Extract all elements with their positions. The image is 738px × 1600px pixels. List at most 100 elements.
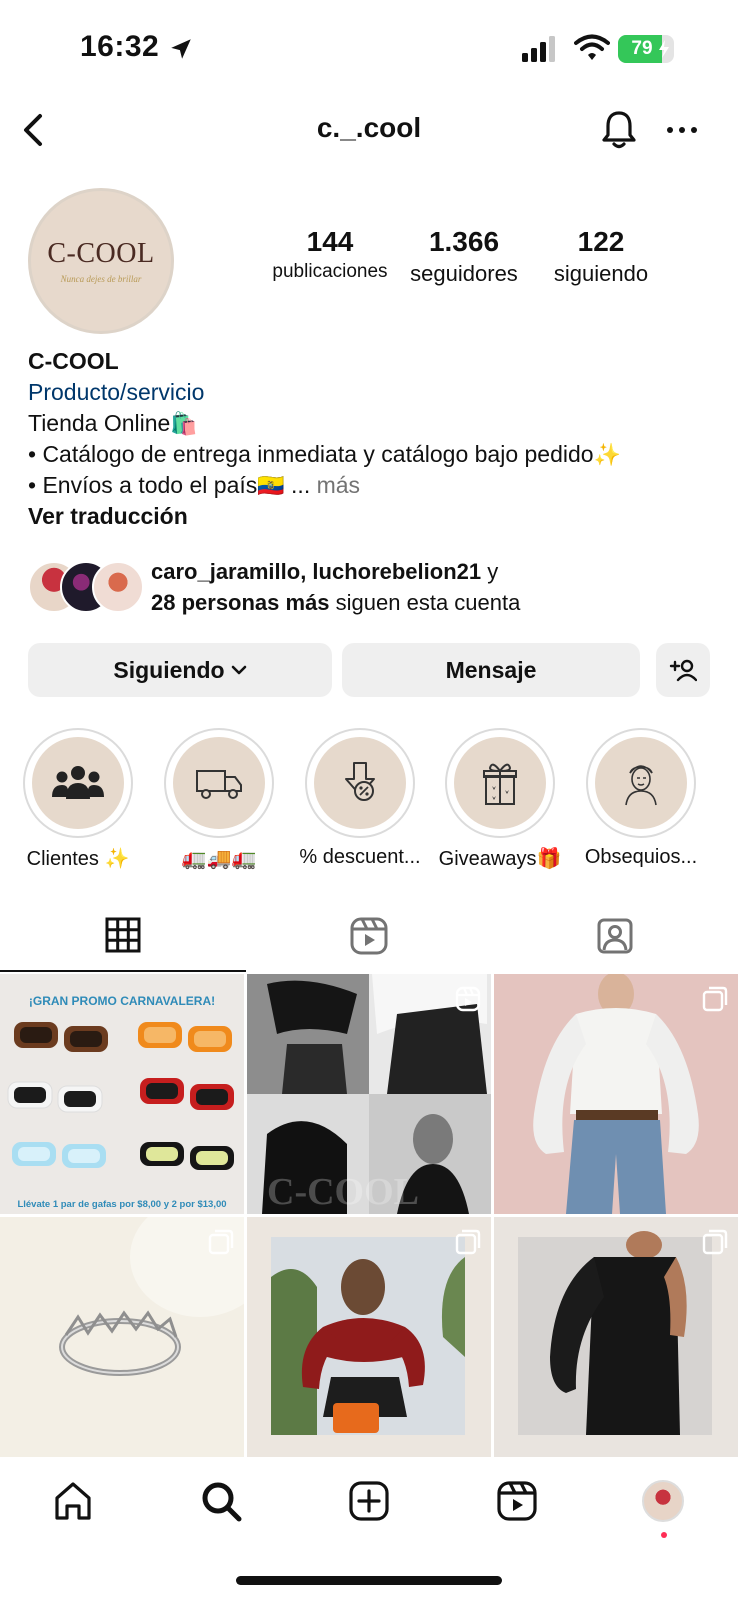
create-icon xyxy=(349,1481,389,1521)
highlight-cover xyxy=(32,737,124,829)
chevron-down-icon xyxy=(231,665,246,675)
profile-header: c._.cool xyxy=(0,100,738,162)
post-tile[interactable] xyxy=(0,1217,244,1457)
bio-name: C-COOL xyxy=(28,348,119,374)
highlight-ring xyxy=(445,728,555,838)
see-translation-link[interactable]: Ver traducción xyxy=(28,501,718,532)
highlight-item[interactable]: Obsequios... xyxy=(571,728,711,869)
stat-posts[interactable]: 144 publicaciones xyxy=(266,226,394,283)
highlight-ring xyxy=(164,728,274,838)
post-tile[interactable]: C-COOL xyxy=(247,974,491,1214)
stat-followers-count: 1.366 xyxy=(428,226,500,257)
profile-icon xyxy=(642,1480,684,1522)
nav-profile[interactable] xyxy=(640,1478,686,1524)
promo-footer: Llévate 1 par de gafas por $8,00 y 2 por… xyxy=(17,1199,227,1210)
more-icon[interactable] xyxy=(664,120,700,140)
battery-indicator: 79 xyxy=(618,35,674,63)
reel-icon xyxy=(455,986,481,1012)
avatar-logo-text: C-COOL xyxy=(47,238,155,269)
stat-following[interactable]: 122 siguiendo xyxy=(542,226,660,287)
story-highlights: Clientes ✨ 🚛🚚🚛 % descuent... Giveaways🎁 … xyxy=(0,728,738,878)
profile-tabs xyxy=(0,900,738,972)
message-button[interactable]: Mensaje xyxy=(342,643,640,697)
location-arrow-icon xyxy=(171,39,191,59)
carousel-icon xyxy=(702,1229,728,1255)
avatar-logo-tagline: Nunca dejes de brillar xyxy=(60,274,142,284)
reels-icon xyxy=(497,1481,537,1521)
home-indicator[interactable] xyxy=(236,1576,502,1585)
bio-line-1-text: Tienda Online xyxy=(28,410,171,436)
profile-stats: 144 publicaciones 1.366 seguidores 122 s… xyxy=(266,226,666,296)
profile-bio: C-COOL Producto/servicio Tienda Online🛍️… xyxy=(28,346,718,532)
stat-following-label: siguiendo xyxy=(553,261,649,286)
nav-search[interactable] xyxy=(198,1478,244,1524)
post-tile[interactable] xyxy=(494,974,738,1214)
following-button[interactable]: Siguiendo xyxy=(28,643,332,697)
ecuador-flag-emoji: 🇪🇨 xyxy=(257,473,285,498)
mutual-followers-text: caro_jaramillo, luchorebelion21 y 28 per… xyxy=(151,556,520,618)
tab-posts-grid[interactable] xyxy=(0,900,246,972)
highlight-ring xyxy=(586,728,696,838)
woman-face-icon xyxy=(625,765,657,806)
search-icon xyxy=(202,1482,242,1522)
battery-charging-icon xyxy=(659,40,669,58)
tagged-icon xyxy=(597,918,633,954)
nav-home[interactable] xyxy=(50,1478,96,1524)
shopping-bags-emoji: 🛍️ xyxy=(170,411,198,436)
profile-actions: Siguiendo Mensaje xyxy=(28,643,710,697)
highlight-cover xyxy=(454,737,546,829)
bio-more-link[interactable]: más xyxy=(317,472,360,498)
post-tile[interactable] xyxy=(494,1217,738,1457)
bio-line-1: Tienda Online🛍️ xyxy=(28,408,718,439)
stat-followers[interactable]: 1.366 seguidores xyxy=(402,226,526,287)
following-button-label: Siguiendo xyxy=(113,656,225,683)
highlight-label: Obsequios... xyxy=(584,846,698,868)
highlight-item[interactable]: Giveaways🎁 xyxy=(430,728,570,871)
bio-category[interactable]: Producto/servicio xyxy=(28,377,718,408)
bio-line-2-text: • Catálogo de entrega inmediata y catálo… xyxy=(28,441,594,467)
bio-line-3: • Envíos a todo el país🇪🇨 ... más xyxy=(28,470,718,501)
highlight-cover xyxy=(314,737,406,829)
bio-line-2: • Catálogo de entrega inmediata y catálo… xyxy=(28,439,718,470)
signal-icon xyxy=(522,36,555,62)
message-button-label: Mensaje xyxy=(445,656,537,683)
profile-avatar[interactable]: C-COOL Nunca dejes de brillar xyxy=(28,188,174,334)
stat-following-count: 122 xyxy=(577,226,625,257)
nav-create[interactable] xyxy=(346,1478,392,1524)
highlight-item[interactable]: Clientes ✨ xyxy=(8,728,148,871)
highlight-item[interactable]: 🚛🚚🚛 xyxy=(149,728,289,871)
discount-icon xyxy=(345,762,375,801)
add-user-icon xyxy=(669,659,697,682)
bio-ellipsis: ... xyxy=(284,472,317,498)
post-tile[interactable] xyxy=(247,1217,491,1457)
stat-posts-label: publicaciones xyxy=(272,261,388,282)
grid-icon xyxy=(105,917,141,953)
status-time: 16:32 xyxy=(80,30,160,63)
wifi-icon xyxy=(574,34,610,60)
mutual-suffix: siguen esta cuenta xyxy=(329,590,521,615)
home-icon xyxy=(55,1482,91,1520)
post-tile[interactable]: ¡GRAN PROMO CARNAVALERA! Llévate 1 par d… xyxy=(0,974,244,1214)
posts-grid: ¡GRAN PROMO CARNAVALERA! Llévate 1 par d… xyxy=(0,974,738,1457)
truck-icon xyxy=(196,770,242,799)
people-icon xyxy=(52,766,104,799)
highlight-label: Giveaways🎁 xyxy=(438,848,562,870)
mutual-followers[interactable]: caro_jaramillo, luchorebelion21 y 28 per… xyxy=(28,556,718,622)
notification-dot xyxy=(661,1532,667,1538)
highlight-item[interactable]: % descuent... xyxy=(290,728,430,869)
stat-followers-label: seguidores xyxy=(410,261,518,286)
highlight-ring xyxy=(305,728,415,838)
nav-reels[interactable] xyxy=(494,1478,540,1524)
tab-tagged[interactable] xyxy=(492,900,738,972)
stat-posts-count: 144 xyxy=(306,226,354,257)
sunglasses-image xyxy=(7,1022,234,1170)
tab-reels[interactable] xyxy=(246,900,492,972)
highlight-label: 🚛🚚🚛 xyxy=(181,848,257,870)
bell-icon[interactable] xyxy=(600,108,638,150)
suggested-users-button[interactable] xyxy=(656,643,710,697)
mutual-others: 28 personas más xyxy=(151,590,330,615)
highlight-label: % descuent... xyxy=(299,846,421,868)
carousel-icon xyxy=(455,1229,481,1255)
gift-icon xyxy=(483,763,517,805)
status-bar: 16:32 79 xyxy=(0,0,738,100)
